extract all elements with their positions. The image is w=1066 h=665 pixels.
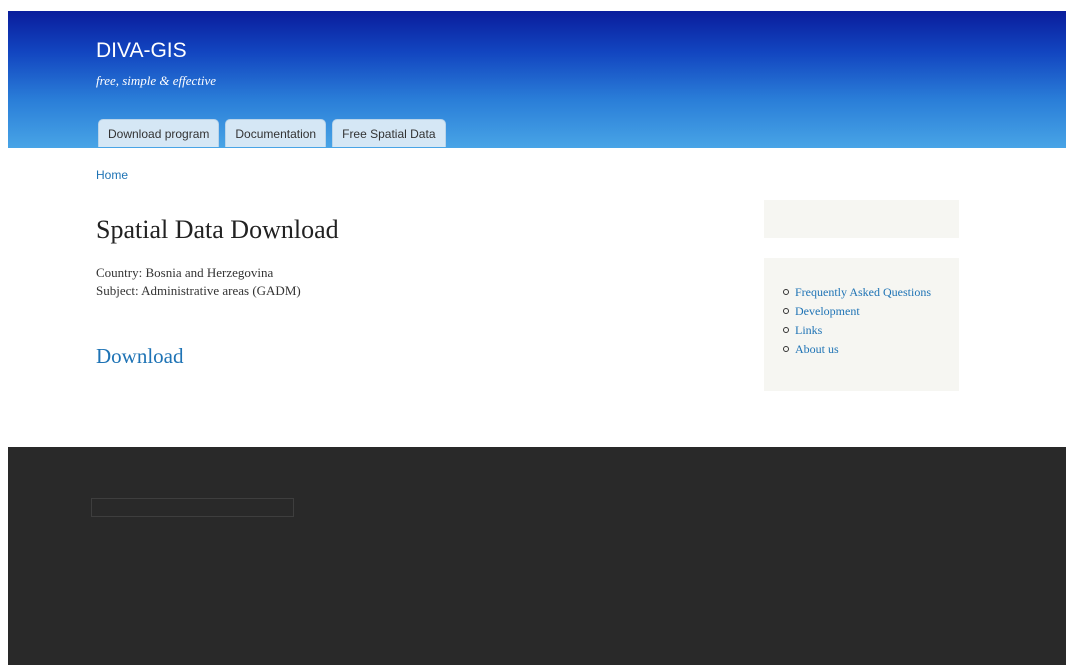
sidebar-item-links: Links	[781, 322, 941, 338]
tab-download-program[interactable]: Download program	[98, 119, 220, 147]
sidebar-item-development: Development	[781, 303, 941, 319]
site-name[interactable]: DIVA-GIS	[96, 39, 187, 63]
sidebar-navigation: Frequently Asked Questions Development L…	[764, 258, 959, 391]
download-link[interactable]: Download	[96, 344, 184, 369]
tab-free-spatial-data[interactable]: Free Spatial Data	[332, 119, 446, 147]
bullet-icon	[783, 346, 789, 352]
tab-documentation[interactable]: Documentation	[225, 119, 327, 147]
sidebar-item-faq: Frequently Asked Questions	[781, 284, 941, 300]
breadcrumb-home-link[interactable]: Home	[96, 168, 128, 182]
sidebar-block-empty	[764, 200, 959, 238]
development-link[interactable]: Development	[795, 304, 860, 318]
footer-block	[91, 498, 294, 517]
bullet-icon	[783, 289, 789, 295]
page: DIVA-GIS free, simple & effective Downlo…	[8, 11, 1066, 665]
site-header: DIVA-GIS free, simple & effective Downlo…	[8, 11, 1066, 148]
page-title: Spatial Data Download	[96, 215, 339, 244]
links-link[interactable]: Links	[795, 323, 822, 337]
data-info: Country: Bosnia and Herzegovina Subject:…	[96, 264, 301, 300]
country-line: Country: Bosnia and Herzegovina	[96, 265, 274, 280]
subject-line: Subject: Administrative areas (GADM)	[96, 283, 301, 298]
bullet-icon	[783, 327, 789, 333]
site-footer	[8, 447, 1066, 665]
about-us-link[interactable]: About us	[795, 342, 839, 356]
sidebar-item-about-us: About us	[781, 341, 941, 357]
primary-tabs: Download program Documentation Free Spat…	[98, 119, 446, 148]
site-slogan: free, simple & effective	[96, 73, 217, 88]
sidebar-link-list: Frequently Asked Questions Development L…	[781, 284, 941, 360]
faq-link[interactable]: Frequently Asked Questions	[795, 285, 931, 299]
bullet-icon	[783, 308, 789, 314]
